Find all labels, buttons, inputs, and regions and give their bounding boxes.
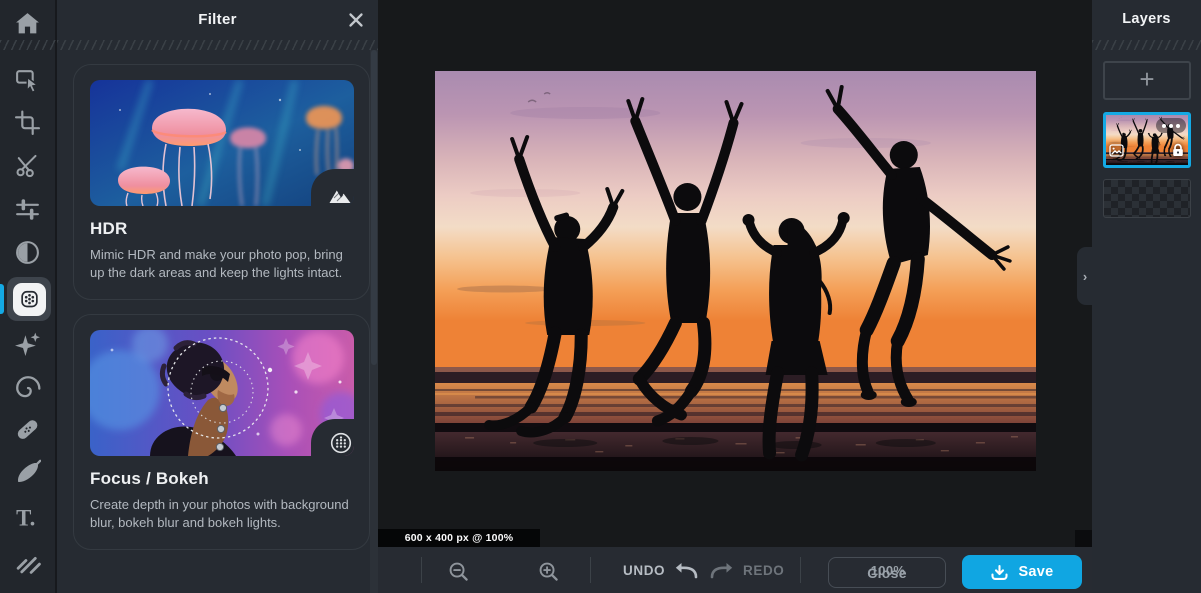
close-panel-icon[interactable] xyxy=(345,9,367,31)
layer-thumbnail-transparent[interactable] xyxy=(1103,179,1191,218)
canvas-status: 600 x 400 px @ 100% xyxy=(378,529,540,547)
active-tool-indicator xyxy=(0,284,4,314)
svg-text:T.: T. xyxy=(16,505,35,530)
filter-card-hdr[interactable]: HDR Mimic HDR and make your photo pop, b… xyxy=(73,64,370,300)
zoom-in-icon[interactable] xyxy=(536,559,560,583)
collapse-panel-tab[interactable]: › xyxy=(1077,247,1093,305)
layer-thumbnail-image[interactable] xyxy=(1103,112,1191,168)
bottom-toolbar: 100% UNDO REDO Close Save xyxy=(378,547,1201,593)
redo-arrow-icon xyxy=(710,563,733,579)
hdr-card-thumbnail xyxy=(90,80,354,206)
close-button[interactable]: Close xyxy=(828,557,946,588)
undo-button[interactable]: UNDO xyxy=(623,560,699,580)
filter-card-focus-bokeh[interactable]: Focus / Bokeh Create depth in your photo… xyxy=(73,313,370,550)
save-label: Save xyxy=(1018,564,1054,580)
chevron-right-icon: › xyxy=(1082,268,1088,284)
zoom-out-icon[interactable] xyxy=(446,559,470,583)
hdr-card-title: HDR xyxy=(90,219,128,238)
filter-panel: Filter HDR Mimic HDR and make your photo… xyxy=(57,0,378,593)
canvas-area[interactable]: 600 x 400 px @ 100% xyxy=(378,0,1092,547)
hdr-card-description: Mimic HDR and make your photo pop, bring… xyxy=(90,247,343,281)
crop-tool-icon[interactable] xyxy=(0,105,55,139)
layers-panel-title: Layers xyxy=(1122,11,1171,27)
save-button[interactable]: Save xyxy=(962,555,1082,589)
focus-card-title: Focus / Bokeh xyxy=(90,468,209,488)
pattern-tool-icon[interactable] xyxy=(0,543,55,577)
filter-tool-icon xyxy=(12,282,46,316)
retouch-tool-icon[interactable] xyxy=(0,326,55,360)
contrast-tool-icon[interactable] xyxy=(0,235,55,269)
layers-hatch-divider xyxy=(1092,40,1201,50)
add-layer-button[interactable]: + xyxy=(1103,61,1191,100)
canvas-scrollbar-corner xyxy=(1075,530,1092,547)
select-tool-icon[interactable] xyxy=(0,62,55,96)
draw-tool-icon[interactable] xyxy=(0,455,55,489)
divider xyxy=(421,557,422,583)
panel-scrollbar[interactable] xyxy=(370,50,378,593)
filter-card-list: HDR Mimic HDR and make your photo pop, b… xyxy=(57,50,370,593)
lock-icon[interactable] xyxy=(1172,143,1184,162)
undo-arrow-icon xyxy=(675,563,698,579)
adjust-tool-icon[interactable] xyxy=(0,192,55,226)
liquify-tool-icon[interactable] xyxy=(0,369,55,403)
heal-tool-icon[interactable] xyxy=(0,412,55,446)
cut-tool-icon[interactable] xyxy=(0,148,55,182)
canvas-image[interactable] xyxy=(435,71,1036,471)
text-tool-icon[interactable]: T. xyxy=(0,499,55,533)
image-layer-icon xyxy=(1109,144,1124,162)
home-icon[interactable] xyxy=(0,6,55,40)
redo-label: REDO xyxy=(743,562,785,578)
panel-hatch-divider xyxy=(57,40,378,50)
filter-panel-header: Filter xyxy=(57,0,378,40)
focus-card-description: Create depth in your photos with backgro… xyxy=(90,496,349,531)
focus-card-thumbnail xyxy=(90,329,354,456)
download-icon xyxy=(991,564,1009,580)
redo-button[interactable]: REDO xyxy=(709,560,784,580)
layers-panel: Layers + › xyxy=(1077,0,1201,593)
divider xyxy=(590,557,591,583)
filter-tool-button-active[interactable] xyxy=(7,277,51,321)
mountains-icon xyxy=(329,190,351,203)
dotted-globe-icon xyxy=(330,432,352,454)
filter-panel-title: Filter xyxy=(198,11,237,28)
divider xyxy=(800,557,801,583)
layer-menu-icon[interactable] xyxy=(1156,118,1186,133)
undo-label: UNDO xyxy=(623,562,666,578)
main-toolbar: T. xyxy=(0,0,57,593)
